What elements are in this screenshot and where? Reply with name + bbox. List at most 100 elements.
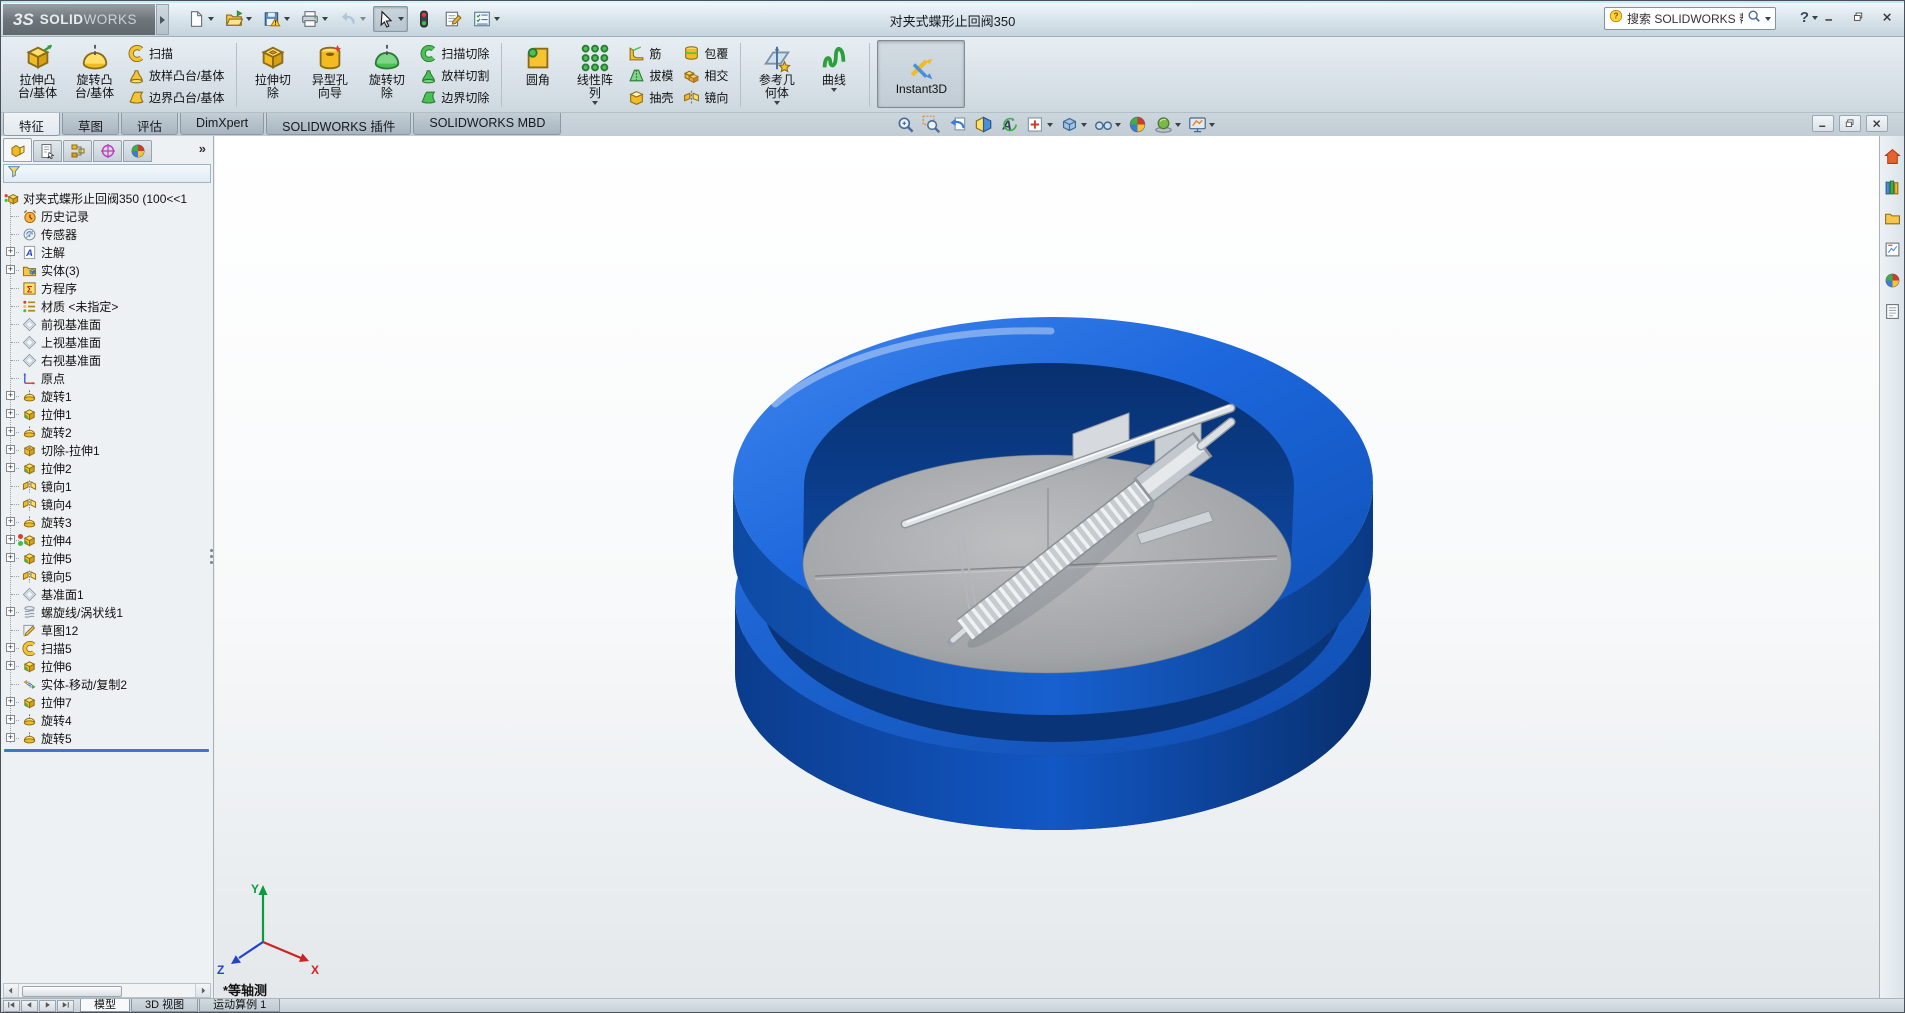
tree-item[interactable]: + 拉伸6 xyxy=(1,657,212,675)
ribbon-extrude-boss-button[interactable]: 拉伸凸 台/基体 xyxy=(9,40,66,101)
ribbon-hole-wizard-button[interactable]: 异型孔 向导 xyxy=(301,40,358,101)
dropdown-arrow-icon[interactable] xyxy=(1047,122,1053,127)
view-palette-button[interactable] xyxy=(1882,239,1902,259)
ribbon-fillet-button[interactable]: 圆角 xyxy=(509,40,566,88)
scroll-right-arrow[interactable] xyxy=(195,984,210,997)
expand-toggle[interactable]: + xyxy=(6,697,15,706)
study-tab-3[interactable]: 运动算例 1 xyxy=(199,999,281,1012)
graphics-area[interactable]: Y X Z *等轴测 xyxy=(215,136,1881,1000)
tree-item[interactable]: + 旋转3 xyxy=(1,513,212,531)
dropdown-arrow-icon[interactable] xyxy=(494,17,500,21)
dimxpertmanager-tab[interactable] xyxy=(93,140,122,162)
solidworks-resources-button[interactable] xyxy=(1882,146,1902,166)
nav-next-button[interactable] xyxy=(39,999,56,1012)
ribbon-boundary-button[interactable]: 边界凸台/基体 xyxy=(125,87,227,108)
tree-item[interactable]: + 旋转4 xyxy=(1,711,212,729)
tree-item[interactable]: 上视基准面 xyxy=(1,333,212,351)
menu-expand-button[interactable] xyxy=(156,4,169,35)
tree-item[interactable]: 镜向4 xyxy=(1,495,212,513)
expand-toggle[interactable]: + xyxy=(6,733,15,742)
file-properties-button[interactable] xyxy=(440,6,466,32)
tree-item[interactable]: 原点 xyxy=(1,369,212,387)
configurationmanager-tab[interactable] xyxy=(63,140,92,162)
tab-SOLIDWORKS 插件[interactable]: SOLIDWORKS 插件 xyxy=(266,113,412,135)
expand-toggle[interactable]: + xyxy=(6,535,15,544)
dropdown-arrow-icon[interactable] xyxy=(284,17,290,21)
tree-item[interactable]: + 旋转5 xyxy=(1,729,212,747)
ribbon-boundary-cut-button[interactable]: 边界切除 xyxy=(417,87,492,108)
tree-filter-input[interactable] xyxy=(3,164,211,183)
custom-properties-button[interactable] xyxy=(1882,301,1902,321)
dropdown-arrow-icon[interactable] xyxy=(398,17,404,21)
ribbon-lofted-cut-button[interactable]: 放样切割 xyxy=(417,65,492,86)
nav-last-button[interactable] xyxy=(57,999,74,1012)
ribbon-mirror-button[interactable]: 镜向 xyxy=(680,87,731,108)
panel-horizontal-scrollbar[interactable] xyxy=(3,983,211,998)
ribbon-wrap-button[interactable]: 包覆 xyxy=(680,43,731,64)
zoom-to-fit-button[interactable] xyxy=(894,114,917,135)
tree-item[interactable]: + 旋转2 xyxy=(1,423,212,441)
ribbon-draft-button[interactable]: 拔模 xyxy=(625,65,676,86)
tree-item[interactable]: + 扫描5 xyxy=(1,639,212,657)
ribbon-revolve-boss-button[interactable]: 旋转凸 台/基体 xyxy=(66,40,123,101)
open-file-button[interactable] xyxy=(221,6,256,32)
expand-toggle[interactable]: + xyxy=(6,553,15,562)
tree-item[interactable]: 镜向5 xyxy=(1,567,212,585)
save-file-button[interactable]: ! xyxy=(259,6,294,32)
view-settings-button[interactable] xyxy=(1186,114,1217,135)
rollback-bar[interactable] xyxy=(4,749,209,752)
tab-草图[interactable]: 草图 xyxy=(62,113,120,135)
tab-SOLIDWORKS MBD[interactable]: SOLIDWORKS MBD xyxy=(413,113,562,135)
design-library-button[interactable] xyxy=(1882,177,1902,197)
tree-item[interactable]: 传感器 xyxy=(1,225,212,243)
ribbon-instant3d-button[interactable]: Instant3D xyxy=(877,40,966,108)
search-dropdown-arrow[interactable] xyxy=(1765,16,1771,21)
expand-toggle[interactable]: + xyxy=(6,643,15,652)
featuremanager-tab[interactable] xyxy=(3,138,32,162)
apply-scene-button[interactable] xyxy=(1152,114,1183,135)
file-explorer-button[interactable] xyxy=(1882,208,1902,228)
tree-item[interactable]: + 旋转1 xyxy=(1,387,212,405)
propertymanager-tab[interactable] xyxy=(33,140,62,162)
dropdown-arrow-icon[interactable] xyxy=(591,101,598,105)
search-icon[interactable] xyxy=(1747,9,1761,28)
expand-toggle[interactable]: + xyxy=(6,409,15,418)
tree-item[interactable]: 对夹式蝶形止回阀350 (100<<1 xyxy=(1,189,212,207)
nav-first-button[interactable] xyxy=(3,999,20,1012)
annotation-view-button[interactable]: A xyxy=(998,114,1021,135)
print-button[interactable] xyxy=(297,6,332,32)
ribbon-swept-cut-button[interactable]: 扫描切除 xyxy=(417,43,492,64)
dropdown-arrow-icon[interactable] xyxy=(773,101,780,105)
rebuild-button[interactable] xyxy=(411,6,437,32)
expand-toggle[interactable]: + xyxy=(6,715,15,724)
help-search-input[interactable]: ? 搜索 SOLIDWORKS 帮助 xyxy=(1604,7,1776,30)
tree-item[interactable]: 实体-移动/复制2 xyxy=(1,675,212,693)
ribbon-sweep-button[interactable]: 扫描 xyxy=(125,43,227,64)
appearances-scenes-button[interactable] xyxy=(1882,270,1902,290)
ribbon-shell-button[interactable]: 抽壳 xyxy=(625,87,676,108)
ribbon-revolved-cut-button[interactable]: 旋转切 除 xyxy=(358,40,415,101)
scroll-left-arrow[interactable] xyxy=(4,984,19,997)
previous-view-button[interactable] xyxy=(946,114,969,135)
expand-toggle[interactable]: + xyxy=(6,247,15,256)
tab-DimXpert[interactable]: DimXpert xyxy=(180,113,265,135)
tree-item[interactable]: + 螺旋线/涡状线1 xyxy=(1,603,212,621)
dropdown-arrow-icon[interactable] xyxy=(322,17,328,21)
document-restore-button[interactable] xyxy=(1839,115,1861,132)
scrollbar-thumb[interactable] xyxy=(22,986,122,997)
ribbon-extruded-cut-button[interactable]: 拉伸切 除 xyxy=(244,40,301,101)
dropdown-arrow-icon[interactable] xyxy=(1175,122,1181,127)
panel-splitter-handle[interactable] xyxy=(210,549,213,552)
document-minimize-button[interactable] xyxy=(1812,115,1834,132)
edit-appearance-button[interactable] xyxy=(1126,114,1149,135)
dropdown-arrow-icon[interactable] xyxy=(1209,122,1215,127)
expand-toggle[interactable]: + xyxy=(6,265,15,274)
dropdown-arrow-icon[interactable] xyxy=(830,88,837,92)
tab-评估[interactable]: 评估 xyxy=(121,113,179,135)
dropdown-arrow-icon[interactable] xyxy=(246,17,252,21)
tree-item[interactable]: + 拉伸5 xyxy=(1,549,212,567)
minimize-button[interactable] xyxy=(1818,9,1840,26)
hide-show-items-button[interactable] xyxy=(1092,114,1123,135)
expand-toggle[interactable]: + xyxy=(6,445,15,454)
expand-toggle[interactable]: + xyxy=(6,463,15,472)
